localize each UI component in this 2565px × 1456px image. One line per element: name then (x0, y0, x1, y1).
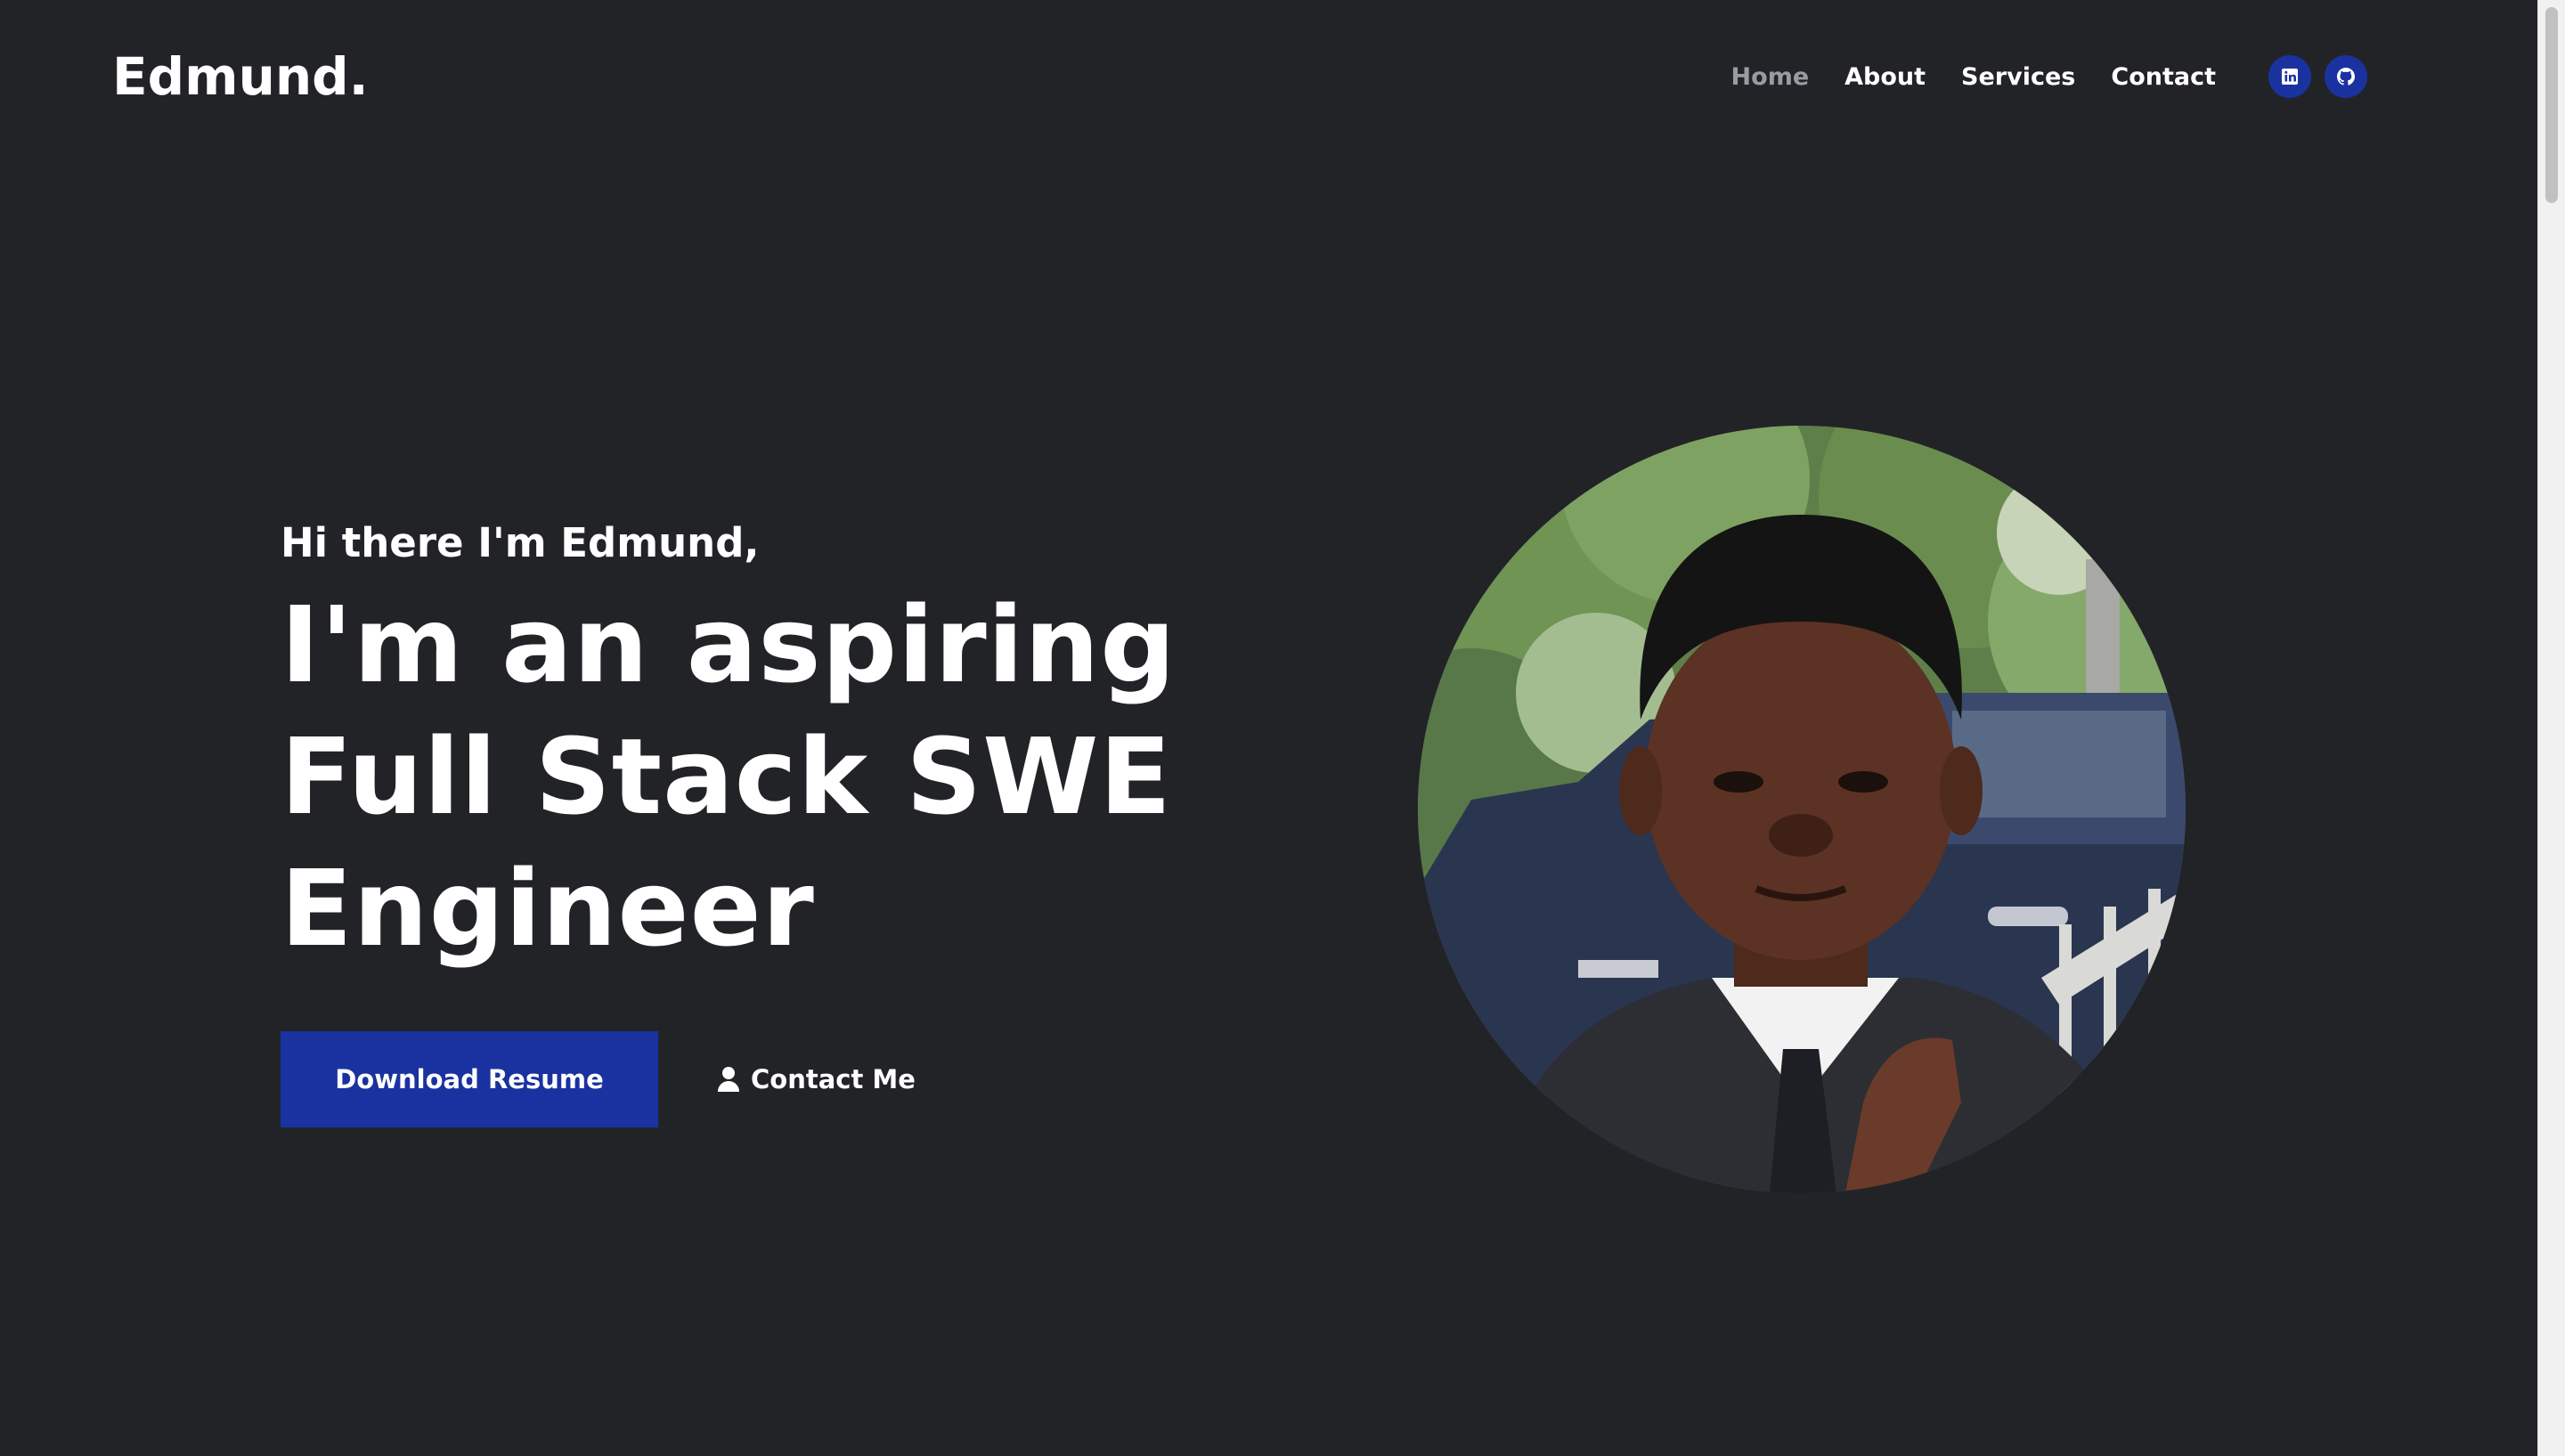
scrollbar-thumb[interactable] (2545, 7, 2558, 203)
contact-me-label: Contact Me (751, 1064, 916, 1094)
site-logo[interactable]: Edmund. (112, 41, 369, 112)
contact-me-button[interactable]: Contact Me (712, 1063, 921, 1095)
github-icon (2337, 68, 2355, 85)
headline-line: Engineer (281, 847, 815, 970)
portrait-image (1418, 426, 2186, 1193)
headline-line: I'm an aspiring (281, 583, 1177, 706)
nav-services[interactable]: Services (1961, 63, 2075, 91)
download-resume-button[interactable]: Download Resume (281, 1031, 658, 1127)
portrait-illustration (1418, 426, 2186, 1193)
user-icon (718, 1067, 739, 1092)
hero-section: Hi there I'm Edmund, I'm an aspiring Ful… (281, 508, 1260, 1127)
linkedin-icon (2282, 69, 2298, 85)
nav-about[interactable]: About (1844, 63, 1926, 91)
page-scrollbar[interactable] (2537, 0, 2565, 1456)
social-links (2255, 55, 2367, 98)
github-link[interactable] (2325, 55, 2367, 98)
nav-contact[interactable]: Contact (2111, 63, 2216, 91)
nav-home[interactable]: Home (1731, 63, 1810, 91)
main-nav: Home About Services Contact (1696, 48, 2367, 105)
linkedin-link[interactable] (2268, 55, 2311, 98)
hero-headline: I'm an aspiring Full Stack SWE Engineer (281, 579, 1260, 974)
hero-greeting: Hi there I'm Edmund, (281, 519, 760, 566)
hero-actions: Download Resume Contact Me (281, 1031, 1260, 1127)
headline-line: Full Stack SWE (281, 715, 1172, 838)
